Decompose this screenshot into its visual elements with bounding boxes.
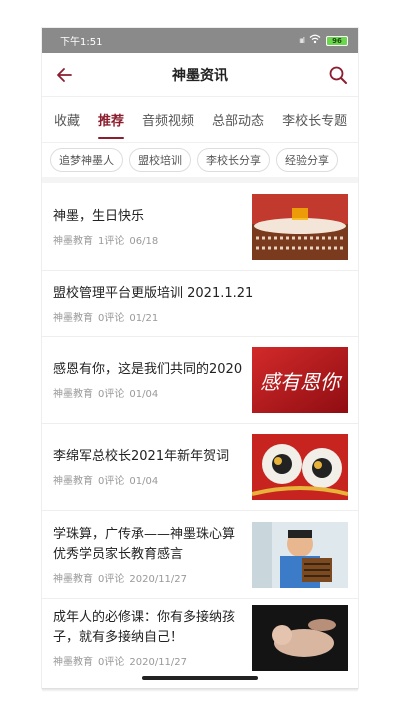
item-text: 学珠算，广传承——神墨珠心算优秀学员家长教育感言 神墨教育 0评论 2020/11/… (53, 525, 252, 585)
tab-principal-topics[interactable]: 李校长专题 (282, 110, 347, 129)
item-comments: 1评论 (98, 235, 125, 247)
item-date: 01/21 (129, 312, 159, 324)
tab-recommended[interactable]: 推荐 (98, 110, 125, 139)
search-icon[interactable] (328, 65, 348, 85)
item-comments: 0评论 (98, 312, 125, 324)
signal-icon: ıııl (299, 36, 305, 45)
battery-icon: 96 (326, 35, 348, 46)
status-icons: ıııl 96 (299, 34, 348, 47)
item-date: 01/04 (129, 476, 159, 487)
list-item[interactable]: 学珠算，广传承——神墨珠心算优秀学员家长教育感言 神墨教育 0评论 2020/11/… (42, 511, 358, 599)
item-title: 成年人的必修课：你有多接纳孩子，就有多接纳自己！ (53, 610, 236, 645)
page-title: 神墨资讯 (172, 67, 228, 84)
item-comments: 0评论 (98, 389, 125, 400)
list-item[interactable]: 盟校管理平台更版培训 2021.1.21 神墨教育 0评论 01/21 (42, 271, 358, 337)
item-text: 成年人的必修课：你有多接纳孩子，就有多接纳自己！ 神墨教育 0评论 2020/11/… (53, 608, 252, 668)
item-date: 01/04 (129, 389, 159, 400)
thumb-text: 感有恩你 (260, 370, 343, 394)
item-meta: 神墨教育 0评论 2020/11/27 (53, 653, 244, 668)
back-arrow-icon[interactable] (56, 67, 72, 83)
birthday-cake-image (252, 193, 348, 260)
screen-bottom-edge (42, 688, 358, 692)
nav-bar: 神墨资讯 (42, 53, 358, 97)
item-source: 神墨教育 (53, 657, 93, 668)
phone-screen: 下午1:51 ıııl 96 神墨资讯 收藏 推荐 音频视频 总部动态 李校长专… (42, 28, 358, 688)
tab-favorites[interactable]: 收藏 (54, 110, 80, 129)
chip-training[interactable]: 盟校培训 (129, 148, 191, 172)
item-source: 神墨教育 (53, 573, 93, 585)
lion-dance-image (252, 434, 348, 500)
tab-hq-news[interactable]: 总部动态 (212, 110, 264, 129)
item-title: 感恩有你，这是我们共同的2020 (53, 362, 243, 377)
article-list: 神墨，生日快乐 神墨教育 1评论 06/18 盟校管理平台更版培训 2021.1… (42, 183, 358, 677)
item-date: 2020/11/27 (129, 573, 188, 585)
item-source: 神墨教育 (53, 476, 93, 487)
status-bar: 下午1:51 ıııl 96 (42, 28, 358, 53)
item-title: 学珠算，广传承——神墨珠心算优秀学员家长教育感言 (53, 526, 236, 562)
item-meta: 神墨教育 0评论 2020/11/27 (53, 570, 244, 585)
list-item[interactable]: 成年人的必修课：你有多接纳孩子，就有多接纳自己！ 神墨教育 0评论 2020/11/… (42, 599, 358, 677)
item-comments: 0评论 (98, 476, 125, 487)
item-text: 神墨，生日快乐 神墨教育 1评论 06/18 (53, 207, 252, 247)
item-source: 神墨教育 (53, 235, 93, 247)
calligraphy-image: 感有恩你 (252, 347, 348, 413)
status-time: 下午1:51 (60, 37, 103, 48)
item-title: 李绵军总校长2021年新年贺词 (53, 449, 230, 464)
tab-audio-video[interactable]: 音频视频 (142, 110, 194, 129)
item-date: 2020/11/27 (129, 657, 188, 668)
home-indicator[interactable] (142, 676, 258, 680)
item-source: 神墨教育 (53, 312, 93, 324)
wifi-icon (309, 34, 321, 47)
item-text: 感恩有你，这是我们共同的2020 神墨教育 0评论 01/04 (53, 360, 252, 400)
item-title: 盟校管理平台更版培训 2021.1.21 (53, 285, 254, 301)
list-item[interactable]: 李绵军总校长2021年新年贺词 神墨教育 0评论 01/04 (42, 424, 358, 511)
item-title: 神墨，生日快乐 (53, 208, 145, 224)
item-text: 盟校管理平台更版培训 2021.1.21 神墨教育 0评论 01/21 (53, 284, 348, 324)
item-comments: 0评论 (98, 573, 125, 585)
chip-experience[interactable]: 经验分享 (276, 148, 338, 172)
list-item[interactable]: 神墨，生日快乐 神墨教育 1评论 06/18 (42, 183, 358, 271)
abacus-child-image (252, 521, 348, 588)
item-meta: 神墨教育 0评论 01/04 (53, 385, 244, 400)
item-comments: 0评论 (98, 657, 125, 668)
item-date: 06/18 (129, 235, 159, 247)
item-meta: 神墨教育 0评论 01/04 (53, 472, 244, 487)
item-meta: 神墨教育 0评论 01/21 (53, 309, 340, 324)
chip-principal-share[interactable]: 李校长分享 (197, 148, 270, 172)
item-meta: 神墨教育 1评论 06/18 (53, 232, 244, 247)
item-source: 神墨教育 (53, 389, 93, 400)
baby-image (252, 605, 348, 671)
chip-dream[interactable]: 追梦神墨人 (50, 148, 123, 172)
topic-chips: 追梦神墨人 盟校培训 李校长分享 经验分享 (42, 143, 358, 183)
category-tabs: 收藏 推荐 音频视频 总部动态 李校长专题 (42, 97, 358, 143)
list-item[interactable]: 感恩有你，这是我们共同的2020 神墨教育 0评论 01/04 感有恩你 (42, 337, 358, 424)
item-text: 李绵军总校长2021年新年贺词 神墨教育 0评论 01/04 (53, 447, 252, 487)
